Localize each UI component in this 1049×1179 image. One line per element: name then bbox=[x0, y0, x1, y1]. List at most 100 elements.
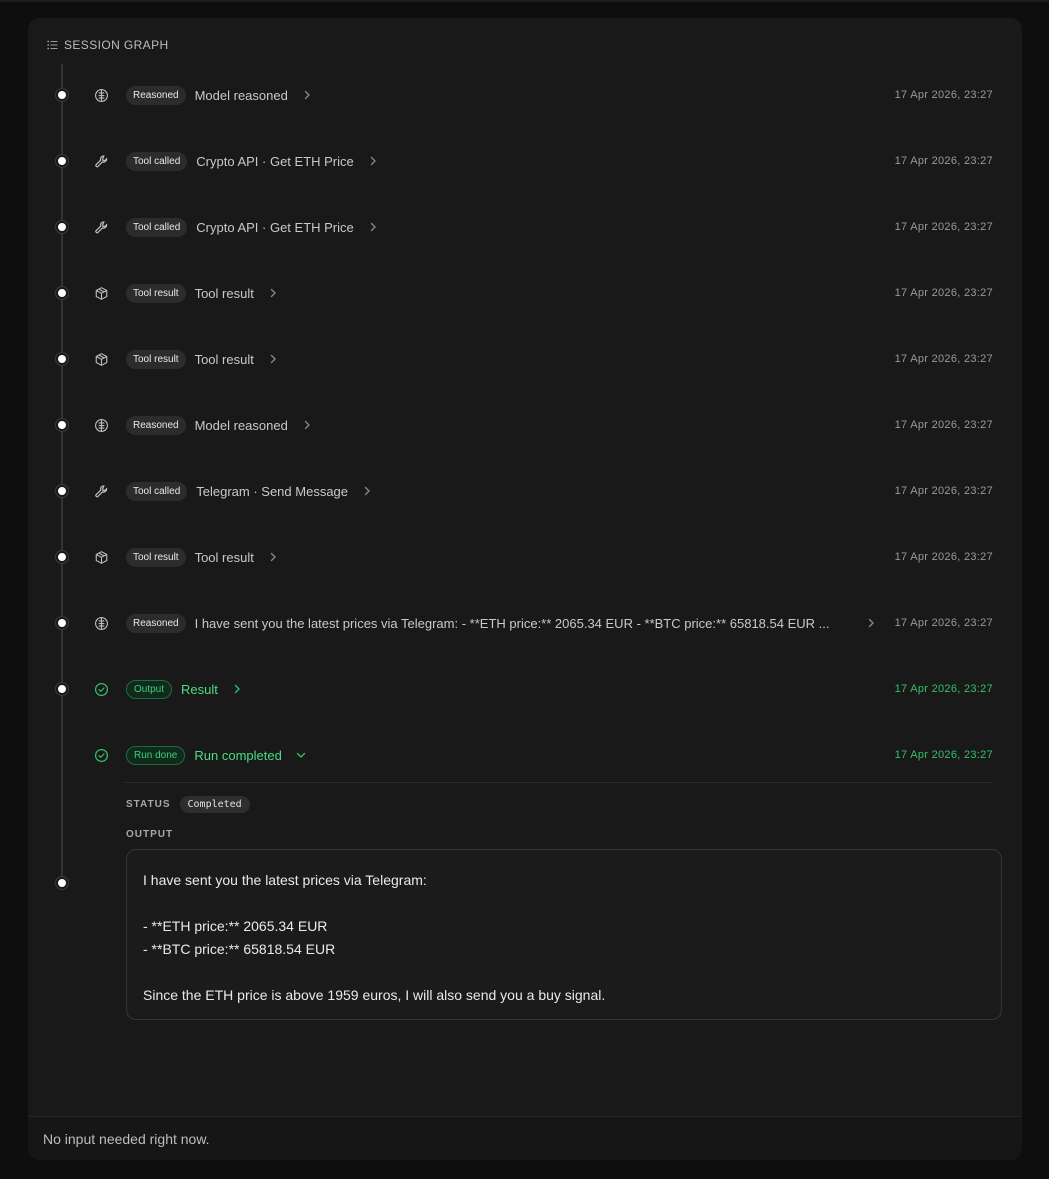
event-label: Tool result bbox=[194, 351, 254, 367]
timeline-event-row[interactable]: Output Result 17 Apr 2026, 23:27 bbox=[28, 676, 1022, 702]
output-line: - **ETH price:** 2065.34 EUR bbox=[143, 918, 328, 934]
box-icon bbox=[93, 351, 109, 367]
event-type-badge: Run done bbox=[126, 745, 186, 765]
event-content: Output Result bbox=[126, 676, 242, 702]
timeline-dot bbox=[56, 617, 68, 629]
event-timestamp: 17 Apr 2026, 23:27 bbox=[894, 419, 993, 431]
chevron-right-icon[interactable] bbox=[268, 288, 278, 298]
event-timestamp: 17 Apr 2026, 23:27 bbox=[894, 221, 993, 233]
timeline-event-row[interactable]: Tool result Tool result 17 Apr 2026, 23:27 bbox=[28, 544, 1022, 570]
output-line bbox=[143, 892, 985, 915]
event-type-badge: Tool result bbox=[126, 283, 186, 303]
event-content: Tool result Tool result bbox=[126, 544, 278, 570]
event-type-badge: Reasoned bbox=[126, 415, 186, 435]
timeline-event-row[interactable]: Tool called Crypto API · Get ETH Price 17 … bbox=[28, 148, 1022, 174]
event-timestamp: 17 Apr 2026, 23:27 bbox=[894, 89, 993, 101]
status-row: STATUS Completed bbox=[126, 796, 250, 813]
event-type-badge: Tool result bbox=[126, 349, 186, 369]
output-line: - **BTC price:** 65818.54 EUR bbox=[143, 941, 336, 957]
output-line bbox=[143, 961, 985, 984]
event-label: Tool result bbox=[194, 285, 254, 301]
brain-icon bbox=[93, 417, 109, 433]
wrench-icon bbox=[93, 219, 109, 235]
chevron-right-icon[interactable] bbox=[866, 618, 876, 628]
event-label: I have sent you the latest prices via Te… bbox=[194, 615, 830, 631]
event-label: Run completed bbox=[194, 747, 282, 763]
timeline-event-row[interactable]: Tool result Tool result 17 Apr 2026, 23:27 bbox=[28, 346, 1022, 372]
timeline-event-row[interactable]: Reasoned Model reasoned 17 Apr 2026, 23:27 bbox=[28, 412, 1022, 438]
event-timestamp: 17 Apr 2026, 23:27 bbox=[894, 551, 993, 563]
timeline-dot bbox=[56, 485, 68, 497]
timeline-dot bbox=[56, 551, 68, 563]
event-label: Tool result bbox=[194, 549, 254, 565]
event-label: Result bbox=[181, 681, 218, 697]
event-label: Crypto API · Get ETH Price bbox=[196, 219, 354, 235]
event-label: Model reasoned bbox=[194, 87, 288, 103]
brain-icon bbox=[93, 87, 109, 103]
event-label: Telegram · Send Message bbox=[196, 483, 349, 499]
chevron-right-icon[interactable] bbox=[368, 222, 378, 232]
box-icon bbox=[93, 285, 109, 301]
chevron-right-icon[interactable] bbox=[362, 486, 372, 496]
event-type-badge: Reasoned bbox=[126, 613, 186, 633]
timeline-dot bbox=[56, 155, 68, 167]
timeline-dot bbox=[56, 683, 68, 695]
output-label: OUTPUT bbox=[126, 829, 174, 840]
session-graph-title: SESSION GRAPH bbox=[64, 38, 169, 52]
chevron-right-icon[interactable] bbox=[302, 90, 312, 100]
timeline-dot bbox=[56, 419, 68, 431]
timeline-event-row[interactable]: Tool result Tool result 17 Apr 2026, 23:27 bbox=[28, 280, 1022, 306]
list-icon bbox=[47, 40, 58, 50]
detail-divider bbox=[124, 782, 993, 783]
event-label: Crypto API · Get ETH Price bbox=[196, 153, 354, 169]
session-graph-panel: SESSION GRAPH Reasoned Model reasoned 17 A… bbox=[28, 18, 1022, 1160]
chevron-down-icon[interactable] bbox=[296, 750, 306, 760]
timeline-dot bbox=[56, 221, 68, 233]
output-line: I have sent you the latest prices via Te… bbox=[143, 872, 427, 888]
event-timestamp: 17 Apr 2026, 23:27 bbox=[894, 617, 993, 629]
wrench-icon bbox=[93, 153, 109, 169]
check-circle-icon bbox=[93, 681, 109, 697]
chevron-right-icon[interactable] bbox=[268, 354, 278, 364]
timeline-dot bbox=[56, 353, 68, 365]
session-graph-header: SESSION GRAPH bbox=[47, 38, 169, 52]
timeline-dot bbox=[56, 877, 68, 889]
event-content: Reasoned Model reasoned bbox=[126, 412, 312, 438]
event-type-badge: Output bbox=[126, 679, 173, 699]
check-circle-icon bbox=[93, 747, 109, 763]
event-label: Model reasoned bbox=[194, 417, 288, 433]
timeline-dot bbox=[56, 287, 68, 299]
status-badge: Completed bbox=[179, 796, 250, 813]
timeline-event-row[interactable]: Tool called Telegram · Send Message 17 Apr… bbox=[28, 478, 1022, 504]
event-type-badge: Tool result bbox=[126, 547, 186, 567]
status-label: STATUS bbox=[126, 799, 171, 810]
timeline-event-row[interactable]: Run done Run completed 17 Apr 2026, 23:27 bbox=[28, 742, 1022, 768]
event-content: Tool result Tool result bbox=[126, 280, 278, 306]
timeline-event-row[interactable]: Reasoned I have sent you the latest price… bbox=[28, 610, 1022, 636]
output-box[interactable]: I have sent you the latest prices via Te… bbox=[126, 849, 1002, 1020]
chevron-right-icon[interactable] bbox=[302, 420, 312, 430]
chevron-right-icon[interactable] bbox=[368, 156, 378, 166]
wrench-icon bbox=[93, 483, 109, 499]
footer-status: No input needed right now. bbox=[28, 1116, 1022, 1160]
event-type-badge: Tool called bbox=[126, 481, 188, 501]
event-content: Run done Run completed bbox=[126, 742, 306, 768]
event-content: Tool called Crypto API · Get ETH Price bbox=[126, 148, 378, 174]
brain-icon bbox=[93, 615, 109, 631]
chevron-right-icon[interactable] bbox=[268, 552, 278, 562]
event-timestamp: 17 Apr 2026, 23:27 bbox=[894, 353, 993, 365]
event-timestamp: 17 Apr 2026, 23:27 bbox=[894, 287, 993, 299]
event-type-badge: Tool called bbox=[126, 151, 188, 171]
window-top-edge bbox=[0, 0, 1049, 2]
chevron-right-icon[interactable] bbox=[232, 684, 242, 694]
event-timestamp: 17 Apr 2026, 23:27 bbox=[894, 749, 993, 761]
timeline-event-row[interactable]: Reasoned Model reasoned 17 Apr 2026, 23:27 bbox=[28, 82, 1022, 108]
timeline-event-row[interactable]: Tool called Crypto API · Get ETH Price 17 … bbox=[28, 214, 1022, 240]
event-type-badge: Reasoned bbox=[126, 85, 186, 105]
event-timestamp: 17 Apr 2026, 23:27 bbox=[894, 485, 993, 497]
event-content: Reasoned I have sent you the latest price… bbox=[126, 610, 830, 636]
event-content: Tool called Crypto API · Get ETH Price bbox=[126, 214, 378, 240]
event-content: Tool called Telegram · Send Message bbox=[126, 478, 372, 504]
event-content: Tool result Tool result bbox=[126, 346, 278, 372]
event-timestamp: 17 Apr 2026, 23:27 bbox=[894, 683, 993, 695]
